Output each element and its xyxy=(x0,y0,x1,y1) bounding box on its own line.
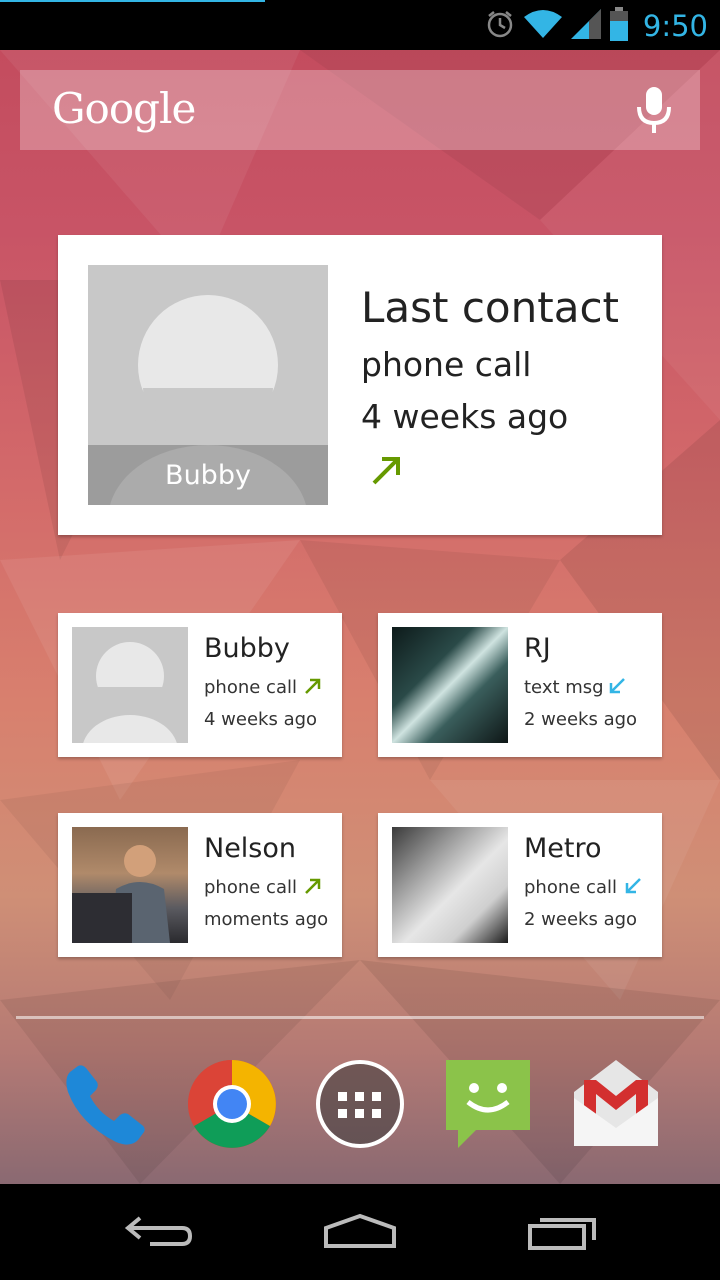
wifi-icon xyxy=(523,9,563,43)
contact-name: RJ xyxy=(524,633,551,664)
battery-icon xyxy=(609,7,629,45)
clock: 9:50 xyxy=(642,9,708,43)
incoming-arrow-icon xyxy=(608,677,626,699)
phone-icon[interactable] xyxy=(58,1058,150,1150)
contact-time: 2 weeks ago xyxy=(524,709,638,730)
outgoing-arrow-icon xyxy=(370,453,404,491)
contact-photo xyxy=(72,827,188,943)
chrome-icon[interactable] xyxy=(186,1058,278,1150)
signal-icon xyxy=(570,9,601,43)
status-bar: 9:50 xyxy=(0,0,720,50)
contact-time: 4 weeks ago xyxy=(204,709,318,730)
alarm-icon xyxy=(485,9,515,43)
home-icon[interactable] xyxy=(310,1204,410,1260)
navigation-bar xyxy=(0,1184,720,1280)
outgoing-arrow-icon xyxy=(304,877,322,899)
recent-apps-icon[interactable] xyxy=(510,1204,610,1260)
contact-type: phone call xyxy=(524,877,617,898)
last-contact-card[interactable]: Bubby Last contact phone call 4 weeks ag… xyxy=(58,235,662,535)
card-title: Last contact xyxy=(361,283,620,332)
contact-card[interactable]: RJ text msg 2 weeks ago xyxy=(378,613,662,757)
mic-icon[interactable] xyxy=(636,87,672,139)
contact-name: Bubby xyxy=(204,633,290,664)
contact-name-label: Bubby xyxy=(88,445,328,505)
back-icon[interactable] xyxy=(110,1204,210,1260)
loading-progress xyxy=(0,0,265,2)
contact-name: Nelson xyxy=(204,833,297,864)
contact-type: phone call xyxy=(204,877,297,898)
outgoing-arrow-icon xyxy=(304,677,322,699)
contact-time: moments ago xyxy=(204,909,329,930)
contact-card[interactable]: Metro phone call 2 weeks ago xyxy=(378,813,662,957)
contact-card[interactable]: Nelson phone call moments ago xyxy=(58,813,342,957)
contact-time: 2 weeks ago xyxy=(524,909,638,930)
person-silhouette xyxy=(72,845,170,943)
contact-time: 4 weeks ago xyxy=(361,397,569,436)
contact-photo xyxy=(392,827,508,943)
contact-name: Metro xyxy=(524,833,602,864)
messaging-icon[interactable] xyxy=(442,1058,534,1150)
google-search-bar[interactable]: Google xyxy=(20,70,700,150)
default-avatar-icon xyxy=(83,642,177,743)
gmail-icon[interactable] xyxy=(570,1058,662,1150)
contact-photo xyxy=(392,627,508,743)
contact-card[interactable]: Bubby phone call 4 weeks ago xyxy=(58,613,342,757)
app-drawer-icon[interactable] xyxy=(314,1058,406,1150)
contact-photo xyxy=(72,627,188,743)
contact-avatar: Bubby xyxy=(88,265,328,505)
google-logo[interactable]: Google xyxy=(52,84,196,133)
contact-type: phone call xyxy=(361,345,532,384)
contact-type: text msg xyxy=(524,677,604,698)
dock-divider xyxy=(16,1016,704,1019)
incoming-arrow-icon xyxy=(624,877,642,899)
contact-type: phone call xyxy=(204,677,297,698)
